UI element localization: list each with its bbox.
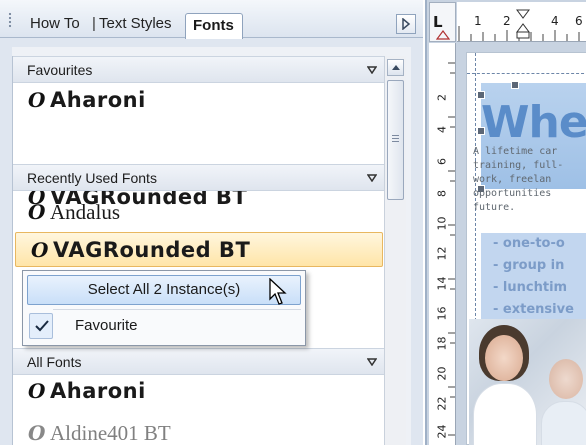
ruler-number: 4 xyxy=(551,14,559,28)
chevron-down-icon[interactable] xyxy=(367,174,377,182)
checkmark-icon xyxy=(35,320,49,332)
bullet-list-box[interactable]: - one-to-o - group in - lunchtim - exten… xyxy=(481,233,586,321)
ruler-number: 12 xyxy=(435,246,449,261)
font-name: Aharoni xyxy=(50,379,146,403)
font-context-menu: Select All 2 Instance(s) Favourite xyxy=(22,270,306,346)
ruler-number: 8 xyxy=(435,190,449,197)
ruler-number: 14 xyxy=(435,276,449,291)
photo-person-coat xyxy=(541,401,586,445)
ruler-number: 22 xyxy=(435,396,449,411)
font-type-icon: O xyxy=(31,238,49,262)
resize-handle[interactable] xyxy=(477,127,485,135)
tab-fonts[interactable]: Fonts xyxy=(185,13,243,39)
scroll-thumb[interactable] xyxy=(387,80,404,200)
menu-item-favourite[interactable]: Favourite xyxy=(75,313,138,339)
tab-how-to[interactable]: How To xyxy=(30,12,80,38)
resize-handle[interactable] xyxy=(477,91,485,99)
bullet-item: - lunchtim xyxy=(493,280,568,295)
chevron-down-icon[interactable] xyxy=(367,358,377,366)
ruler-number: 2 xyxy=(503,14,511,28)
ruler-number: 18 xyxy=(435,336,449,351)
fonts-panel: How To | Text Styles Fonts Favourites OA… xyxy=(0,0,423,445)
ruler-number: 6 xyxy=(435,158,449,165)
font-type-icon: O xyxy=(28,379,46,403)
mouse-cursor-icon xyxy=(269,278,287,305)
section-label: All Fonts xyxy=(27,354,82,370)
font-name: Andalus xyxy=(50,200,120,224)
tab-scroll-right-button[interactable] xyxy=(396,14,416,34)
photo-person-face xyxy=(549,359,583,399)
section-label: Favourites xyxy=(27,62,93,78)
font-type-icon: O xyxy=(28,421,46,445)
ruler-marker-icon xyxy=(436,30,450,40)
tab-stop-left-icon: L xyxy=(433,13,443,31)
section-header-recently-used[interactable]: Recently Used Fonts xyxy=(13,164,384,191)
font-item-vagrounded-selected[interactable]: O VAGRounded BT xyxy=(15,232,383,267)
ruler-number: 1 xyxy=(474,14,482,28)
panel-grip-handle[interactable] xyxy=(8,12,12,28)
document-title-text[interactable]: Whe xyxy=(481,97,586,148)
font-item-andalus[interactable]: O Andalus xyxy=(13,195,384,230)
margin-guide xyxy=(467,73,586,74)
font-item-aharoni[interactable]: O Aharoni xyxy=(13,83,384,118)
ruler-number: 6 xyxy=(575,14,583,28)
font-list-scrollbar[interactable] xyxy=(384,56,406,445)
document-body-text[interactable]: A lifetime car training, full- work, fre… xyxy=(473,145,586,215)
ruler-number: 2 xyxy=(435,94,449,101)
font-name: Aharoni xyxy=(50,88,146,112)
tab-text-styles[interactable]: Text Styles xyxy=(99,12,172,38)
bullet-item: - extensive xyxy=(493,302,574,317)
font-name: VAGRounded BT xyxy=(53,238,251,262)
ruler-number: 20 xyxy=(435,366,449,381)
document-page[interactable]: Whe A lifetime car training, full- work,… xyxy=(466,52,586,445)
ruler-corner-tab-selector[interactable]: L xyxy=(429,2,456,42)
chevron-right-icon xyxy=(402,18,411,30)
ruler-number: 24 xyxy=(435,424,449,439)
ruler-number: 4 xyxy=(435,126,449,133)
font-item-aldine401[interactable]: O Aldine401 BT xyxy=(13,416,384,445)
horizontal-ruler[interactable]: 1 2 4 6 xyxy=(457,2,586,42)
vertical-ruler[interactable]: 2 4 6 8 10 12 14 16 18 20 22 24 xyxy=(429,43,456,445)
scroll-up-button[interactable] xyxy=(387,59,404,76)
ruler-number: 10 xyxy=(435,216,449,231)
menu-separator xyxy=(53,309,301,310)
menu-item-select-all-instances[interactable]: Select All 2 Instance(s) xyxy=(27,275,301,305)
document-photo[interactable] xyxy=(469,319,586,445)
section-header-all-fonts[interactable]: All Fonts xyxy=(13,348,384,375)
panel-tab-bar: How To | Text Styles Fonts xyxy=(0,0,423,39)
chevron-up-icon xyxy=(392,65,400,70)
bullet-item: - group in xyxy=(493,258,565,273)
thumb-grip-icon xyxy=(392,135,399,143)
font-name: Aldine401 BT xyxy=(50,421,171,445)
section-header-favourites[interactable]: Favourites xyxy=(13,56,384,83)
font-type-icon: O xyxy=(28,88,46,112)
chevron-down-icon[interactable] xyxy=(367,66,377,74)
font-type-icon: O xyxy=(28,200,46,224)
favourite-checkbox[interactable] xyxy=(29,313,53,339)
photo-person-face xyxy=(485,335,523,381)
photo-person-coat xyxy=(473,383,537,445)
font-item-aharoni[interactable]: O Aharoni xyxy=(13,374,384,409)
bullet-item: - one-to-o xyxy=(493,236,565,251)
section-label: Recently Used Fonts xyxy=(27,170,157,186)
resize-handle[interactable] xyxy=(511,81,519,89)
tab-separator: | xyxy=(92,15,96,32)
document-editor: L 1 2 4 6 2 4 6 8 10 12 14 16 18 20 22 2… xyxy=(425,0,586,445)
font-list: Favourites O Aharoni O VAGRounded BT Recen… xyxy=(12,56,384,445)
ruler-number: 16 xyxy=(435,306,449,321)
